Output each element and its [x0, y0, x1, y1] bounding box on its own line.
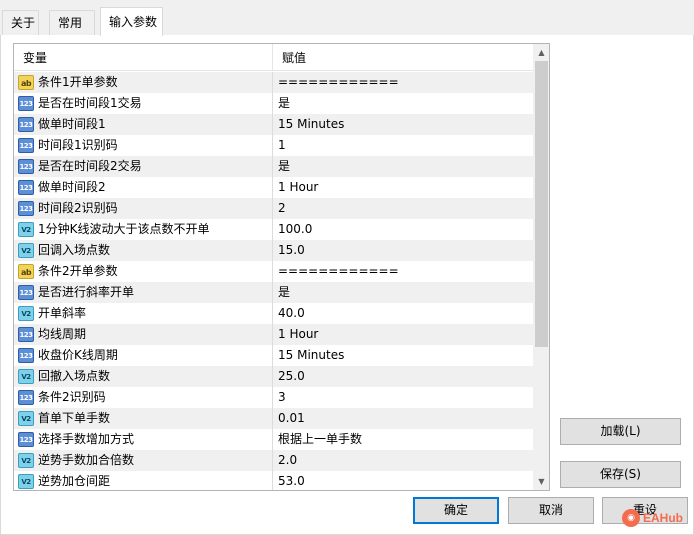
variable-value-cell[interactable]: 3	[273, 387, 533, 408]
variable-value-cell[interactable]: 根据上一单手数	[273, 429, 533, 450]
variable-name-cell: 条件2开单参数	[38, 264, 118, 278]
column-header-value[interactable]: 赋值	[273, 44, 533, 71]
variable-name-cell: 回调入场点数	[38, 243, 111, 257]
variable-name-cell: 均线周期	[38, 327, 87, 341]
table-row[interactable]: 123 均线周期 1 Hour	[14, 324, 533, 345]
table-row[interactable]: V2 首单下单手数 0.01	[14, 408, 533, 429]
scroll-up-icon[interactable]: ▲	[533, 44, 549, 61]
variable-name-cell: 逆势手数加合倍数	[38, 453, 135, 467]
variable-name-cell: 是否在时间段1交易	[38, 96, 142, 110]
column-header-variable[interactable]: 变量	[14, 44, 272, 71]
table-row[interactable]: V2 逆势加仓间距 53.0	[14, 471, 533, 490]
variable-name-cell: 逆势加仓间距	[38, 474, 111, 488]
table-row[interactable]: 123 做单时间段2 1 Hour	[14, 177, 533, 198]
table-row[interactable]: 123 收盘价K线周期 15 Minutes	[14, 345, 533, 366]
grid-header: 变量 赋值	[14, 44, 533, 71]
variable-value-cell[interactable]: 40.0	[273, 303, 533, 324]
table-row[interactable]: 123 选择手数增加方式 根据上一单手数	[14, 429, 533, 450]
table-row[interactable]: ab 条件1开单参数 ============	[14, 72, 533, 93]
table-row[interactable]: V2 逆势手数加合倍数 2.0	[14, 450, 533, 471]
table-row[interactable]: ab 条件2开单参数 ============	[14, 261, 533, 282]
scroll-down-icon[interactable]: ▼	[533, 473, 549, 490]
variable-value-cell[interactable]: ============	[273, 72, 533, 93]
table-row[interactable]: V2 1分钟K线波动大于该点数不开单 100.0	[14, 219, 533, 240]
variable-name-cell: 做单时间段1	[38, 117, 106, 131]
variable-name-cell: 1分钟K线波动大于该点数不开单	[38, 222, 210, 236]
variable-name-cell: 开单斜率	[38, 306, 87, 320]
variable-name-cell: 收盘价K线周期	[38, 348, 118, 362]
variable-name-cell: 回撤入场点数	[38, 369, 111, 383]
variable-value-cell[interactable]: 是	[273, 156, 533, 177]
variable-value-cell[interactable]: ============	[273, 261, 533, 282]
variable-name-cell: 时间段2识别码	[38, 201, 118, 215]
table-row[interactable]: 123 时间段2识别码 2	[14, 198, 533, 219]
variable-name-cell: 条件1开单参数	[38, 75, 118, 89]
ok-button[interactable]: 确定	[413, 497, 499, 524]
table-row[interactable]: V2 开单斜率 40.0	[14, 303, 533, 324]
variable-name-cell: 是否进行斜率开单	[38, 285, 135, 299]
variable-value-cell[interactable]: 0.01	[273, 408, 533, 429]
variable-value-cell[interactable]: 1 Hour	[273, 324, 533, 345]
variable-value-cell[interactable]: 100.0	[273, 219, 533, 240]
variable-value-cell[interactable]: 是	[273, 282, 533, 303]
variable-value-cell[interactable]: 15 Minutes	[273, 345, 533, 366]
variable-name-cell: 首单下单手数	[38, 411, 111, 425]
watermark-text: EAHub	[643, 511, 683, 525]
save-button[interactable]: 保存(S)	[560, 461, 681, 488]
table-row[interactable]: 123 时间段1识别码 1	[14, 135, 533, 156]
variable-value-cell[interactable]: 1	[273, 135, 533, 156]
load-button[interactable]: 加载(L)	[560, 418, 681, 445]
parameters-grid: 变量 赋值 ab 条件1开单参数 ============ 123 是否在时间段1交易是…	[13, 43, 550, 491]
variable-value-cell[interactable]: 15 Minutes	[273, 114, 533, 135]
variable-value-cell[interactable]: 1 Hour	[273, 177, 533, 198]
table-row[interactable]: 123 是否在时间段1交易是	[14, 93, 533, 114]
tab-bar: 关于 常用 输入参数	[0, 0, 694, 36]
table-row[interactable]: 123 条件2识别码 3	[14, 387, 533, 408]
vertical-scrollbar[interactable]: ▲ ▼	[533, 44, 549, 490]
variable-name-cell: 时间段1识别码	[38, 138, 118, 152]
variable-value-cell[interactable]: 2	[273, 198, 533, 219]
grid-rows: ab 条件1开单参数 ============ 123 是否在时间段1交易是 123 做单时…	[14, 72, 533, 490]
variable-name-cell: 是否在时间段2交易	[38, 159, 142, 173]
cancel-button[interactable]: 取消	[508, 497, 594, 524]
table-row[interactable]: 123 是否进行斜率开单是	[14, 282, 533, 303]
variable-name-cell: 选择手数增加方式	[38, 432, 135, 446]
eahub-watermark: ◉ EAHub	[622, 507, 688, 529]
variable-value-cell[interactable]: 25.0	[273, 366, 533, 387]
variable-name-cell: 做单时间段2	[38, 180, 106, 194]
variable-name-cell: 条件2识别码	[38, 390, 106, 404]
table-row[interactable]: V2 回撤入场点数 25.0	[14, 366, 533, 387]
table-row[interactable]: V2 回调入场点数 15.0	[14, 240, 533, 261]
tab-inputs[interactable]: 输入参数	[100, 7, 163, 36]
tab-common[interactable]: 常用	[49, 10, 95, 35]
table-row[interactable]: 123 是否在时间段2交易是	[14, 156, 533, 177]
table-row[interactable]: 123 做单时间段1 15 Minutes	[14, 114, 533, 135]
variable-value-cell[interactable]: 2.0	[273, 450, 533, 471]
scrollbar-thumb[interactable]	[535, 61, 548, 347]
variable-value-cell[interactable]: 是	[273, 93, 533, 114]
variable-value-cell[interactable]: 15.0	[273, 240, 533, 261]
variable-value-cell[interactable]: 53.0	[273, 471, 533, 490]
tab-about[interactable]: 关于	[2, 10, 39, 35]
eahub-logo-icon: ◉	[622, 509, 640, 527]
